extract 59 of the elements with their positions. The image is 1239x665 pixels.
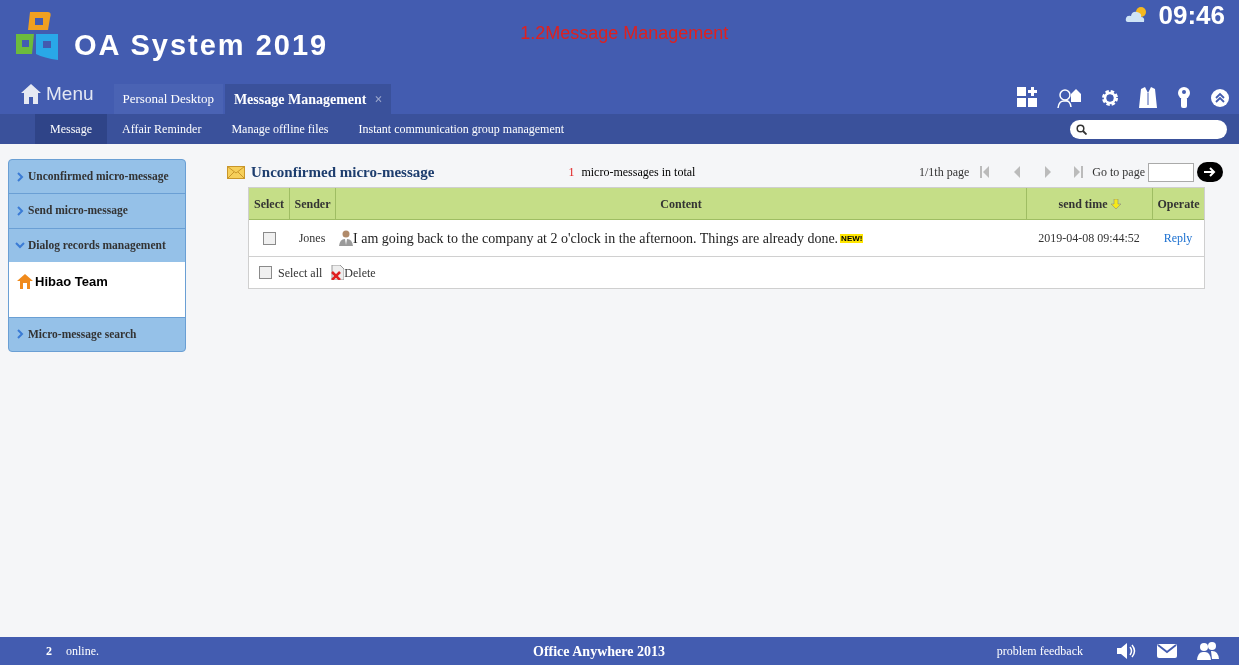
shirt-icon[interactable]: [1139, 87, 1157, 108]
page-caption: 1.2Message Management: [520, 22, 729, 45]
search-field[interactable]: [1070, 119, 1227, 139]
total-label: micro-messages in total: [581, 164, 696, 181]
section-title: Unconfirmed micro-message: [251, 162, 435, 182]
weather-icon: [1124, 6, 1149, 24]
column-header: Sender: [289, 188, 335, 220]
clock: 09:46: [1158, 2, 1225, 28]
tab[interactable]: Message Management ×: [224, 84, 392, 114]
online-label: online.: [66, 643, 99, 660]
online-count: 2: [46, 643, 52, 660]
app-title: OA System 2019: [74, 28, 329, 63]
checkbox[interactable]: [259, 266, 272, 279]
select-all-label: Select all: [278, 264, 323, 282]
sort-down-icon: [1110, 198, 1121, 209]
subnav-item[interactable]: Message: [35, 114, 107, 144]
page-indicator: 1/1th page: [919, 164, 970, 181]
speaker-icon[interactable]: [1117, 643, 1137, 659]
sidebar-subitem[interactable]: Hibao Team: [17, 271, 177, 292]
sidebar-item[interactable]: Unconfirmed micro-message: [9, 160, 185, 194]
reply-link[interactable]: Reply: [1163, 229, 1193, 247]
new-badge: NEW!: [840, 233, 864, 243]
tab[interactable]: Personal Desktop: [113, 84, 223, 114]
column-header: Operate: [1152, 188, 1204, 220]
add-widget-icon[interactable]: [1017, 87, 1038, 108]
key-icon[interactable]: [1176, 87, 1192, 108]
table-cell: 2019-04-08 09:44:52: [1026, 220, 1152, 257]
collapse-up-icon[interactable]: [1211, 88, 1229, 107]
column-header: Content: [335, 188, 1026, 220]
menu-button[interactable]: Menu: [20, 79, 94, 108]
checkbox[interactable]: [262, 231, 276, 245]
subnav-item[interactable]: Manage offline files: [216, 114, 344, 144]
sidebar-item[interactable]: Send micro-message: [9, 193, 185, 228]
message-text: I am going back to the company at 2 o'clock in the afternoon. Things are already done.: [353, 229, 839, 248]
mail-icon[interactable]: [1157, 644, 1177, 658]
goto-label: Go to page: [1092, 164, 1145, 181]
subnav-item[interactable]: Instant communication group management: [343, 114, 580, 144]
go-button[interactable]: [1197, 162, 1223, 182]
page-input[interactable]: [1148, 162, 1194, 182]
table-cell: Jones: [289, 220, 335, 257]
home-icon: [20, 82, 42, 105]
feedback-link[interactable]: problem feedback: [996, 642, 1083, 660]
envelope-icon: [227, 165, 245, 179]
column-header: Select: [249, 188, 289, 220]
subnav-item[interactable]: Affair Reminder: [107, 114, 217, 144]
arrow-right-icon: [1204, 167, 1216, 177]
sidebar-item[interactable]: Micro-message search: [9, 316, 185, 351]
column-header[interactable]: send time: [1026, 188, 1152, 220]
total-count: 1: [568, 164, 575, 181]
sidebar-item[interactable]: Dialog records management: [9, 227, 185, 262]
user-home-icon[interactable]: [1057, 87, 1081, 108]
delete-icon: [331, 265, 345, 280]
users-icon[interactable]: [1197, 642, 1219, 660]
settings-icon[interactable]: [1100, 87, 1120, 108]
person-icon: [339, 230, 353, 246]
search-icon: [1076, 123, 1087, 135]
home-icon: [17, 274, 33, 289]
product-name: Office Anywhere 2013: [533, 642, 665, 661]
delete-button[interactable]: Delete: [331, 263, 376, 282]
